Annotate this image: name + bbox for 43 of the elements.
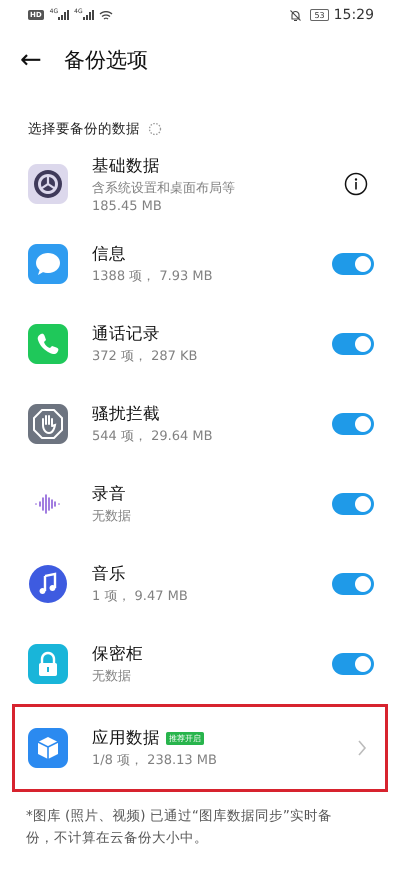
item-detail: 无数据 — [92, 668, 132, 685]
toggle-switch[interactable] — [332, 253, 374, 275]
item-title: 音乐 — [92, 563, 126, 585]
item-detail: 含系统设置和桌面布局等 — [92, 180, 236, 196]
info-icon[interactable] — [344, 172, 368, 196]
item-detail: 1 项， 9.47 MB — [92, 588, 189, 605]
recommend-badge: 推荐开启 — [166, 732, 204, 744]
item-detail: 185.45 MB — [92, 198, 163, 214]
hand-stop-app-icon — [28, 404, 68, 444]
section-title: 选择要备份的数据 — [28, 120, 140, 138]
music-note-app-icon — [28, 564, 68, 604]
item-detail: 无数据 — [92, 508, 132, 525]
item-detail: 544 项， 29.64 MB — [92, 428, 214, 445]
back-button[interactable]: ← — [20, 47, 42, 73]
cube-app-icon — [28, 728, 68, 768]
signal-icon — [82, 10, 95, 20]
wifi-icon — [98, 10, 113, 20]
item-detail: 1388 项， 7.93 MB — [92, 268, 214, 285]
page-title: 备份选项 — [64, 47, 148, 74]
bell-muted-icon — [289, 8, 302, 22]
toggle-switch[interactable] — [332, 413, 374, 435]
phone-app-icon — [28, 324, 68, 364]
toggle-switch[interactable] — [332, 653, 374, 675]
item-detail: 1/8 项， 238.13 MB — [92, 752, 218, 769]
item-title: 录音 — [92, 483, 126, 505]
item-detail: 372 项， 287 KB — [92, 348, 198, 365]
item-title: 应用数据 — [92, 727, 160, 749]
item-title: 通话记录 — [92, 323, 160, 345]
footnote-text: *图库 (照片、视频) 已通过“图库数据同步”实时备份，不计算在云备份大小中。 — [26, 807, 333, 848]
signal-icon — [58, 10, 70, 20]
item-title: 信息 — [92, 243, 126, 265]
clock-time: 15:29 — [334, 7, 374, 23]
chevron-right-icon[interactable] — [357, 740, 367, 756]
toggle-switch[interactable] — [332, 493, 374, 515]
item-title: 基础数据 — [92, 154, 160, 176]
chat-bubble-app-icon — [28, 244, 68, 284]
toggle-switch[interactable] — [332, 333, 374, 355]
battery-icon: 53 — [310, 9, 329, 21]
item-title: 保密柜 — [92, 643, 143, 665]
lock-app-icon — [28, 644, 68, 684]
gear-app-icon — [28, 164, 68, 204]
toggle-switch[interactable] — [332, 573, 374, 595]
item-title: 骚扰拦截 — [92, 403, 160, 425]
